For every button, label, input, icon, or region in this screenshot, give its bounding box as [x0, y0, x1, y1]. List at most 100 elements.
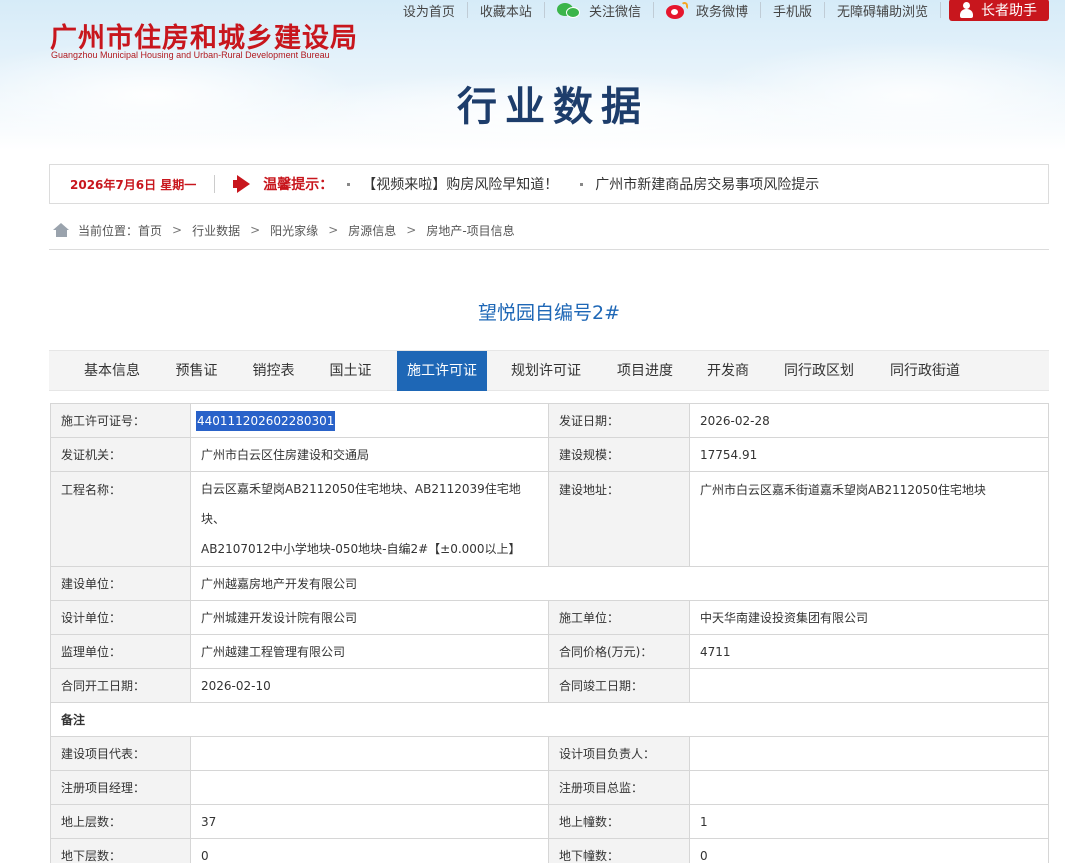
builder-value: 广州越嘉房地产开发有限公司 — [190, 566, 1049, 601]
breadcrumb-sunshine-home[interactable]: 阳光家缘 — [270, 222, 318, 239]
breadcrumb-prefix: 当前位置： — [78, 223, 139, 238]
breadcrumb-separator: > — [172, 223, 183, 237]
home-icon — [53, 223, 70, 237]
builder-label: 建设单位： — [50, 566, 191, 601]
floors-above-label: 地上层数： — [50, 804, 191, 839]
elder-assistant-label: 长者助手 — [981, 3, 1037, 19]
permit-no-label: 施工许可证号： — [50, 403, 191, 438]
supervisor-label: 监理单位： — [50, 634, 191, 669]
buildings-below-value: 0 — [689, 838, 1049, 863]
gov-weibo-link[interactable]: 政务微博 — [654, 1, 761, 20]
contract-price-label: 合同价格(万元)： — [548, 634, 690, 669]
page-banner-title: 行业数据 — [457, 84, 649, 130]
project-manager-value — [190, 770, 549, 805]
tab-sales-control[interactable]: 销控表 — [241, 351, 306, 391]
project-name-line: AB2107012中小学地块-050地块-自编2#【±0.000以上】 — [201, 542, 521, 556]
breadcrumb-separator: > — [250, 223, 261, 237]
table-row: 发证机关： 广州市白云区住房建设和交通局 建设规模： 17754.91 — [50, 437, 1049, 472]
scale-value: 17754.91 — [689, 437, 1049, 472]
chief-supervisor-value — [689, 770, 1049, 805]
table-row: 合同开工日期： 2026-02-10 合同竣工日期： — [50, 668, 1049, 703]
megaphone-icon — [233, 175, 253, 193]
tab-same-district[interactable]: 同行政区划 — [771, 351, 867, 391]
set-homepage-link[interactable]: 设为首页 — [391, 2, 468, 20]
supervisor-value: 广州越建工程管理有限公司 — [190, 634, 549, 669]
info-tabs: 基本信息 预售证 销控表 国土证 施工许可证 规划许可证 项目进度 开发商 同行… — [49, 350, 1049, 391]
issuer-label: 发证机关： — [50, 437, 191, 472]
constructor-label: 施工单位： — [548, 600, 690, 635]
table-row: 建设项目代表： 设计项目负责人： — [50, 736, 1049, 771]
table-row: 监理单位： 广州越建工程管理有限公司 合同价格(万元)： 4711 — [50, 634, 1049, 669]
project-name-line: 白云区嘉禾望岗AB2112050住宅地块、AB2112039住宅地块、 — [201, 482, 521, 526]
buildings-above-label: 地上幢数： — [548, 804, 690, 839]
project-name-value: 白云区嘉禾望岗AB2112050住宅地块、AB2112039住宅地块、 AB21… — [190, 471, 549, 567]
designer-value: 广州城建开发设计院有限公司 — [190, 600, 549, 635]
tab-project-progress[interactable]: 项目进度 — [605, 351, 685, 391]
tab-land-certificate[interactable]: 国土证 — [318, 351, 383, 391]
buildings-below-label: 地下幢数： — [548, 838, 690, 863]
elder-person-icon — [959, 2, 975, 18]
tab-construction-permit[interactable]: 施工许可证 — [397, 351, 487, 391]
tab-developer[interactable]: 开发商 — [697, 351, 759, 391]
project-title: 望悦园自编号2# — [477, 302, 620, 324]
gov-weibo-label: 政务微博 — [695, 4, 748, 20]
table-row: 工程名称： 白云区嘉禾望岗AB2112050住宅地块、AB2112039住宅地块… — [50, 471, 1049, 567]
table-row: 备注 — [50, 702, 1049, 737]
permit-no-value[interactable]: 440111202602280301 — [196, 410, 336, 431]
constructor-value: 中天华南建设投资集团有限公司 — [689, 600, 1049, 635]
breadcrumb-home[interactable]: 首页 — [138, 222, 162, 239]
breadcrumb-separator: > — [406, 223, 417, 237]
tab-planning-permit[interactable]: 规划许可证 — [501, 351, 591, 391]
notice-item-label: 【视频来啦】购房风险早知道！ — [362, 177, 559, 193]
designer-label: 设计单位： — [50, 600, 191, 635]
mobile-version-link[interactable]: 手机版 — [761, 2, 825, 20]
follow-wechat-link[interactable]: 关注微信 — [545, 2, 654, 20]
design-lead-label: 设计项目负责人： — [548, 736, 690, 771]
table-row: 注册项目经理： 注册项目总监： — [50, 770, 1049, 805]
elder-assistant-button[interactable]: 长者助手 — [949, 0, 1049, 21]
notice-item[interactable]: 广州市新建商品房交易事项风险提示 — [580, 174, 819, 194]
breadcrumb: 当前位置： 首页 > 行业数据 > 阳光家缘 > 房源信息 > 房地产-项目信息 — [53, 220, 515, 240]
breadcrumb-separator: > — [328, 223, 339, 237]
floors-above-value: 37 — [190, 804, 549, 839]
set-homepage-label: 设为首页 — [402, 4, 455, 20]
breadcrumb-housing-info[interactable]: 房源信息 — [348, 222, 396, 239]
top-utility-bar: 设为首页 收藏本站 关注微信 政务微博 手机版 无障碍辅助浏览 长者助手 — [391, 0, 1049, 21]
accessibility-link[interactable]: 无障碍辅助浏览 — [825, 2, 941, 20]
scale-label: 建设规模： — [548, 437, 690, 472]
table-row: 地上层数： 37 地上幢数： 1 — [50, 804, 1049, 839]
current-date: 2026年7月6日 星期一 — [70, 177, 197, 192]
notice-item-label: 广州市新建商品房交易事项风险提示 — [595, 177, 820, 193]
table-row: 建设单位： 广州越嘉房地产开发有限公司 — [50, 566, 1049, 601]
floors-below-label: 地下层数： — [50, 838, 191, 863]
notice-tip-label: 温馨提示： — [263, 177, 334, 193]
end-date-value — [689, 668, 1049, 703]
tab-basic-info[interactable]: 基本信息 — [72, 351, 152, 391]
wechat-icon — [556, 2, 581, 18]
project-rep-value — [190, 736, 549, 771]
construction-permit-table: 施工许可证号： 440111202602280301 发证日期： 2026-02… — [50, 403, 1049, 863]
tab-presale-permit[interactable]: 预售证 — [164, 351, 229, 391]
breadcrumb-project-info[interactable]: 房地产-项目信息 — [426, 222, 514, 239]
follow-wechat-label: 关注微信 — [588, 4, 641, 20]
table-row: 设计单位： 广州城建开发设计院有限公司 施工单位： 中天华南建设投资集团有限公司 — [50, 600, 1049, 635]
tab-same-street[interactable]: 同行政街道 — [877, 351, 973, 391]
bullet-icon — [347, 182, 351, 186]
bookmark-site-link[interactable]: 收藏本站 — [468, 2, 545, 20]
address-label: 建设地址： — [548, 471, 690, 567]
table-row: 施工许可证号： 440111202602280301 发证日期： 2026-02… — [50, 403, 1049, 438]
accessibility-label: 无障碍辅助浏览 — [836, 4, 928, 20]
notice-item[interactable]: 【视频来啦】购房风险早知道！ — [347, 174, 558, 194]
breadcrumb-industry-data[interactable]: 行业数据 — [192, 222, 240, 239]
start-date-label: 合同开工日期： — [50, 668, 191, 703]
notice-divider — [214, 175, 216, 193]
site-logo-en: Guangzhou Municipal Housing and Urban-Ru… — [51, 50, 330, 60]
notice-bar: 2026年7月6日 星期一 温馨提示： 【视频来啦】购房风险早知道！ 广州市新建… — [49, 164, 1049, 204]
project-manager-label: 注册项目经理： — [50, 770, 191, 805]
address-value: 广州市白云区嘉禾街道嘉禾望岗AB2112050住宅地块 — [689, 471, 1049, 567]
breadcrumb-divider — [49, 249, 1049, 250]
bullet-icon — [580, 182, 584, 186]
contract-price-value: 4711 — [689, 634, 1049, 669]
mobile-version-label: 手机版 — [772, 4, 812, 20]
weibo-icon — [665, 1, 688, 19]
